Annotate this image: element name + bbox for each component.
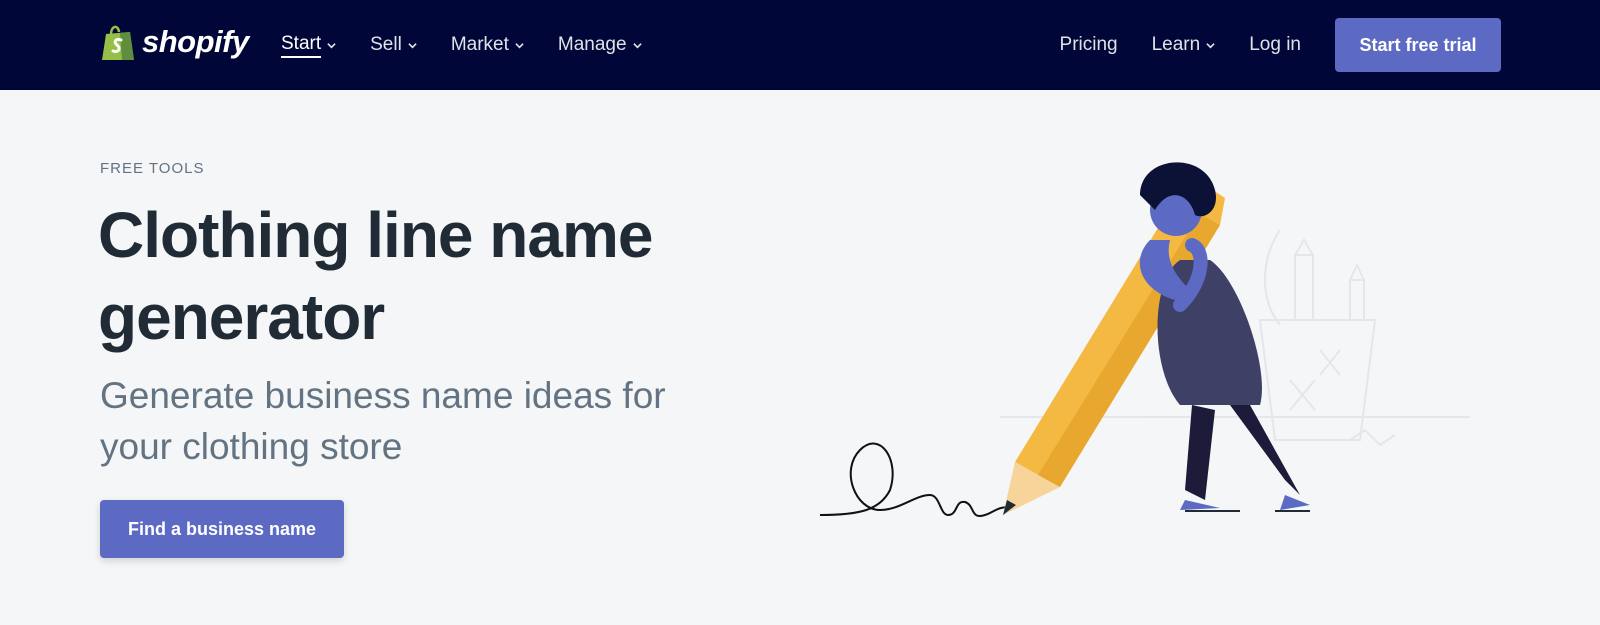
top-navbar: shopify Start Sell Market Manage Pricing… xyxy=(0,0,1600,90)
nav-login-label: Log in xyxy=(1249,34,1301,55)
nav-start[interactable]: Start xyxy=(281,33,336,58)
person-figure xyxy=(1139,162,1310,512)
chevron-down-icon xyxy=(408,42,417,48)
nav-manage-label: Manage xyxy=(557,34,627,55)
nav-login[interactable]: Log in xyxy=(1249,34,1301,56)
nav-market-label: Market xyxy=(450,34,509,55)
chevron-down-icon xyxy=(327,42,336,48)
chevron-down-icon xyxy=(632,42,642,48)
start-free-trial-button[interactable]: Start free trial xyxy=(1335,18,1501,72)
nav-learn-label: Learn xyxy=(1151,34,1201,55)
pencil-writer-illustration xyxy=(820,162,1470,517)
nav-manage[interactable]: Manage xyxy=(558,34,642,56)
chevron-down-icon xyxy=(515,42,524,48)
chevron-down-icon xyxy=(1206,42,1215,48)
find-business-name-button[interactable]: Find a business name xyxy=(100,500,344,558)
shopping-bag-icon xyxy=(102,25,134,60)
nav-sell-label: Sell xyxy=(370,34,402,55)
secondary-nav: Pricing Learn Log in Start free trial xyxy=(1060,0,1600,90)
nav-sell[interactable]: Sell xyxy=(370,34,417,56)
page-subtitle: Generate business name ideas for your cl… xyxy=(100,375,666,467)
eyebrow-label: FREE TOOLS xyxy=(100,160,205,177)
brand-wordmark: shopify xyxy=(142,24,249,59)
nav-learn[interactable]: Learn xyxy=(1152,34,1216,56)
nav-start-label: Start xyxy=(281,33,322,58)
page-title: Clothing line name generator xyxy=(98,199,653,353)
shopify-logo[interactable]: shopify xyxy=(100,22,249,62)
nav-pricing-label: Pricing xyxy=(1059,34,1118,55)
primary-nav: Start Sell Market Manage xyxy=(281,0,642,90)
nav-pricing[interactable]: Pricing xyxy=(1060,34,1118,56)
nav-market[interactable]: Market xyxy=(451,34,524,56)
signature-scribble xyxy=(820,442,1016,517)
